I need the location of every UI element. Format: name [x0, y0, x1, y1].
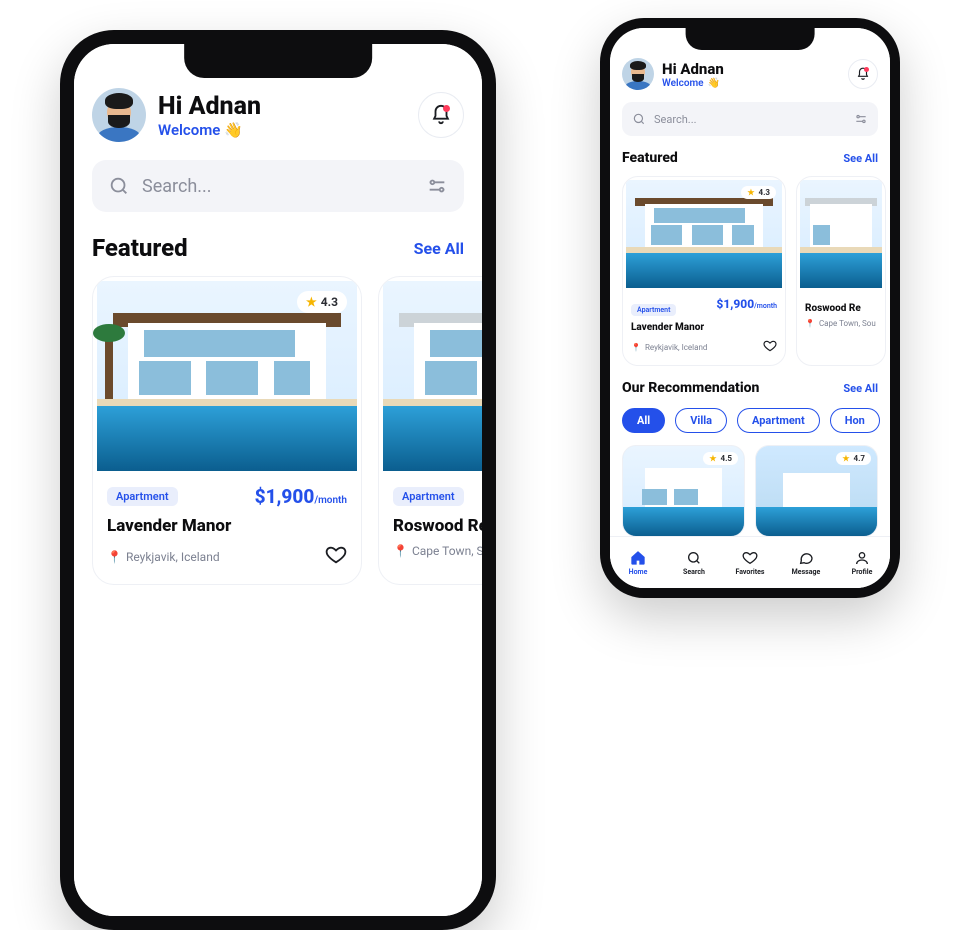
rating-badge: ★4.5 — [703, 452, 738, 465]
recommendation-grid: ★4.5 ★4.7 — [622, 445, 878, 537]
favorite-button[interactable] — [763, 338, 777, 357]
tab-search[interactable]: Search — [666, 537, 722, 588]
star-icon: ★ — [747, 188, 754, 197]
tab-bar: Home Search Favorites Message Profile — [610, 536, 890, 588]
pin-icon: 📍 — [107, 550, 122, 564]
tab-label: Search — [683, 568, 705, 576]
star-icon: ★ — [709, 454, 716, 463]
avatar[interactable] — [92, 88, 146, 142]
property-name: Roswood Re — [393, 516, 496, 536]
home-icon — [630, 550, 646, 566]
tab-label: Home — [629, 568, 648, 576]
featured-card[interactable]: Apartment Roswood Re 📍 Cape Town, Sou — [378, 276, 496, 585]
featured-card[interactable]: Roswood Re 📍Cape Town, Sou — [796, 176, 886, 366]
welcome-text: Welcome — [662, 78, 704, 89]
header: Hi Adnan Welcome 👋 — [622, 28, 878, 90]
location: 📍 Reykjavik, Iceland — [107, 550, 220, 564]
wave-icon: 👋 — [708, 78, 720, 89]
heart-icon — [325, 544, 347, 566]
search-placeholder: Search... — [142, 176, 414, 197]
welcome-row: Welcome 👋 — [158, 121, 406, 139]
recommendation-card[interactable]: ★4.7 — [755, 445, 878, 537]
message-icon — [798, 550, 814, 566]
header: Hi Adnan Welcome 👋 — [92, 44, 464, 142]
search-input[interactable]: Search... — [622, 102, 878, 136]
location: 📍Cape Town, Sou — [805, 319, 876, 328]
screen: Hi Adnan Welcome 👋 Search... Featured Se… — [74, 44, 482, 916]
sliders-icon[interactable] — [426, 175, 448, 197]
location: 📍Reykjavik, Iceland — [631, 343, 707, 352]
featured-title: Featured — [622, 150, 678, 166]
featured-card[interactable]: ★4.3 Apartment $1,900/month Lavender Man… — [622, 176, 786, 366]
featured-see-all-link[interactable]: See All — [414, 239, 464, 258]
rating-badge: ★4.7 — [836, 452, 871, 465]
property-image — [383, 281, 496, 471]
recommendation-see-all-link[interactable]: See All — [843, 382, 878, 395]
search-icon — [686, 550, 702, 566]
property-name: Roswood Re — [805, 303, 877, 314]
star-icon: ★ — [842, 454, 849, 463]
filter-chip-villa[interactable]: Villa — [675, 408, 727, 433]
type-badge: Apartment — [631, 304, 676, 316]
search-icon — [108, 175, 130, 197]
favorite-button[interactable] — [325, 544, 347, 570]
tab-message[interactable]: Message — [778, 537, 834, 588]
header-text: Hi Adnan Welcome 👋 — [158, 92, 406, 139]
pin-icon: 📍 — [631, 343, 641, 352]
notifications-button[interactable] — [848, 59, 878, 89]
price: $1,900/month — [255, 485, 347, 508]
filter-chip-more[interactable]: Hon — [830, 408, 880, 433]
filter-chip-all[interactable]: All — [622, 408, 665, 433]
pin-icon: 📍 — [393, 544, 408, 558]
rating-value: 4.3 — [321, 295, 338, 309]
notification-dot — [443, 105, 450, 112]
featured-scroll[interactable]: ★4.3 Apartment $1,900/month Lavender Man… — [622, 176, 878, 366]
search-placeholder: Search... — [654, 113, 846, 126]
recommendation-title: Our Recommendation — [622, 380, 759, 396]
rating-badge: ★ 4.3 — [297, 291, 347, 313]
location: 📍 Cape Town, Sou — [393, 544, 496, 558]
notification-dot — [864, 67, 869, 72]
notifications-button[interactable] — [418, 92, 464, 138]
search-icon — [632, 112, 646, 126]
star-icon: ★ — [306, 295, 317, 309]
property-image: ★ 4.3 — [97, 281, 357, 471]
type-badge: Apartment — [393, 487, 464, 506]
welcome-text: Welcome — [158, 121, 220, 139]
heart-icon — [742, 550, 758, 566]
avatar[interactable] — [622, 58, 654, 90]
type-badge: Apartment — [107, 487, 178, 506]
screen: Hi Adnan Welcome 👋 Search... Featured Se… — [610, 28, 890, 588]
tab-label: Profile — [852, 568, 873, 576]
filter-chips: All Villa Apartment Hon — [622, 408, 878, 433]
tab-label: Message — [792, 568, 821, 576]
price: $1,900/month — [716, 297, 777, 311]
greeting: Hi Adnan — [158, 92, 406, 121]
tab-profile[interactable]: Profile — [834, 537, 890, 588]
recommendation-card[interactable]: ★4.5 — [622, 445, 745, 537]
heart-icon — [763, 339, 777, 353]
property-name: Lavender Manor — [631, 322, 777, 333]
phone-mockup-small: Hi Adnan Welcome 👋 Search... Featured Se… — [600, 18, 900, 598]
filter-chip-apartment[interactable]: Apartment — [737, 408, 820, 433]
phone-mockup-large: Hi Adnan Welcome 👋 Search... Featured Se… — [60, 30, 496, 930]
tab-favorites[interactable]: Favorites — [722, 537, 778, 588]
search-input[interactable]: Search... — [92, 160, 464, 212]
greeting: Hi Adnan — [662, 60, 840, 78]
featured-see-all-link[interactable]: See All — [843, 152, 878, 165]
tab-label: Favorites — [735, 568, 764, 576]
profile-icon — [854, 550, 870, 566]
sliders-icon[interactable] — [854, 112, 868, 126]
featured-scroll[interactable]: ★ 4.3 Apartment $1,900/month Lavender Ma… — [92, 276, 464, 585]
pin-icon: 📍 — [805, 319, 815, 328]
tab-home[interactable]: Home — [610, 537, 666, 588]
wave-icon: 👋 — [224, 121, 243, 139]
featured-header: Featured See All — [92, 234, 464, 262]
featured-card[interactable]: ★ 4.3 Apartment $1,900/month Lavender Ma… — [92, 276, 362, 585]
featured-title: Featured — [92, 234, 188, 262]
property-name: Lavender Manor — [107, 516, 347, 536]
rating-badge: ★4.3 — [741, 186, 776, 199]
